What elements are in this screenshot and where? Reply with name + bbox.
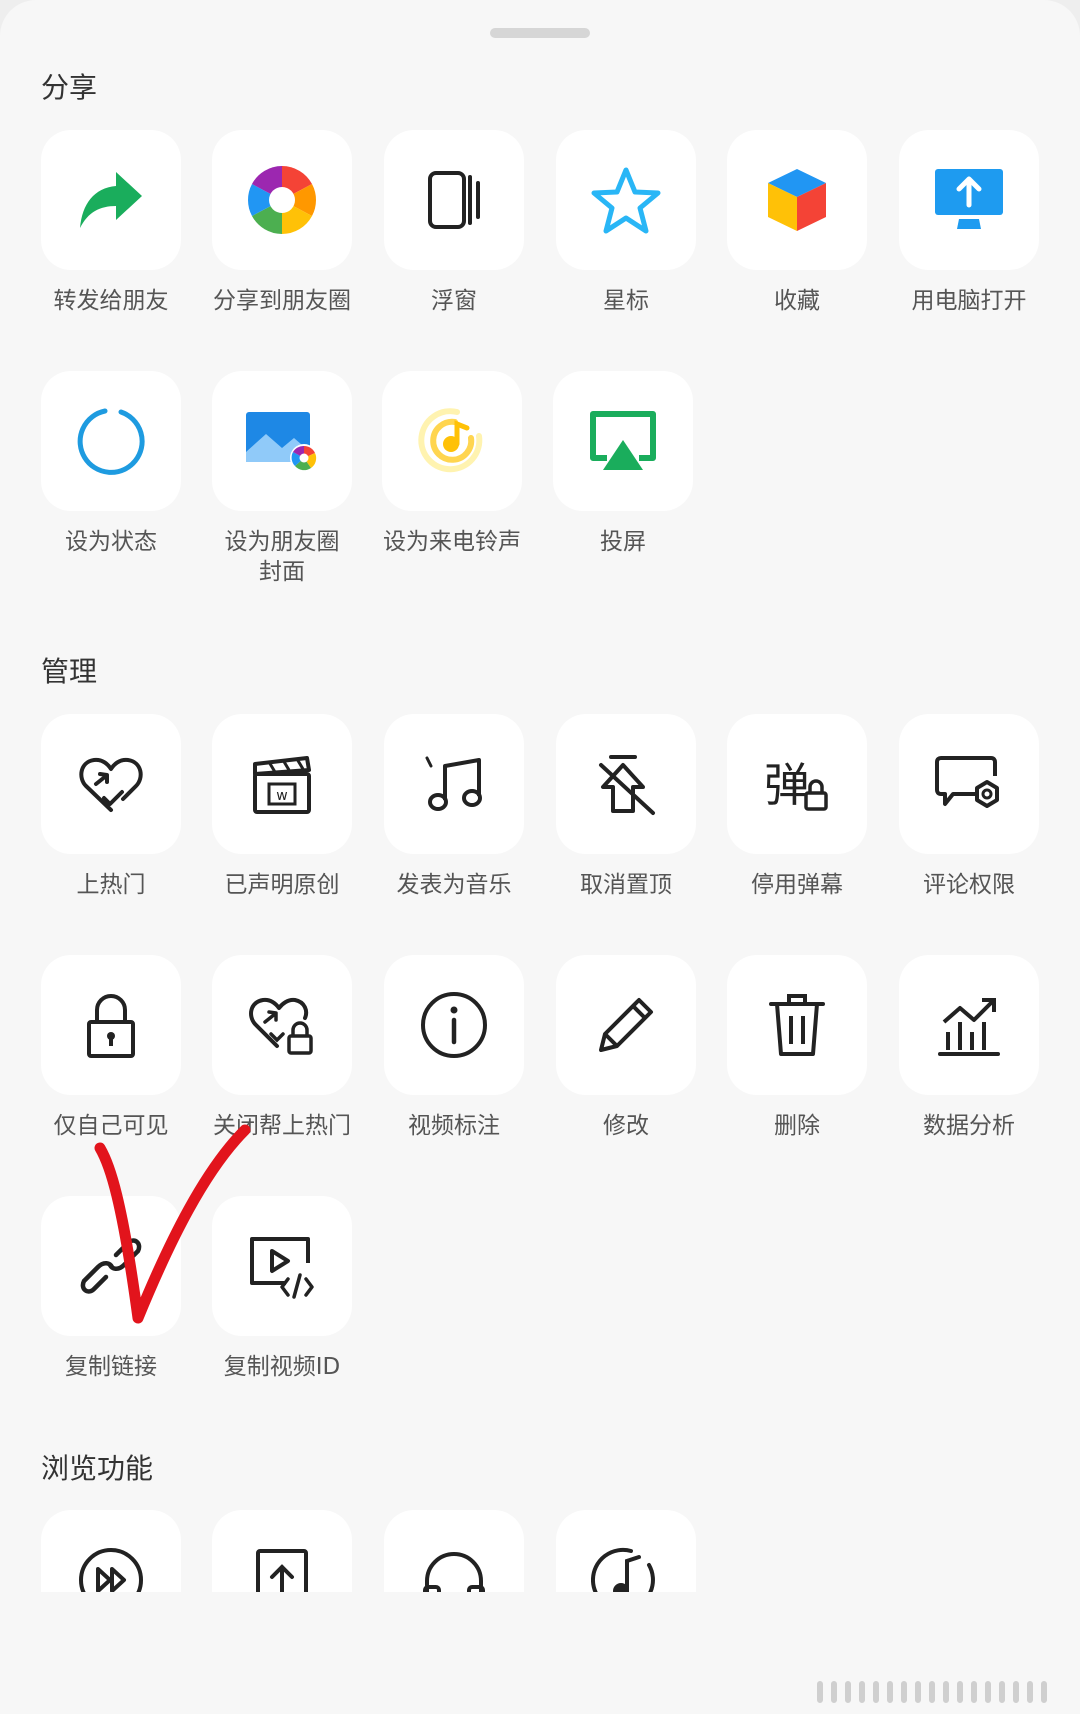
section-title-share: 分享 <box>41 71 98 104</box>
moments-cover-label: 设为朋友圈 封面 <box>224 529 340 585</box>
float-window-label: 浮窗 <box>431 288 477 314</box>
set-as-status-label: 设为状态 <box>65 529 157 555</box>
edit-button[interactable]: 修改 <box>540 955 712 1141</box>
drag-handle[interactable] <box>490 28 590 38</box>
share-sheet: 分享 转发给朋友 分享到朋友圈 浮窗 星标 收藏 用电脑打开 设为状态 设为朋友… <box>0 0 1080 1714</box>
link-icon <box>76 1231 146 1301</box>
music-note-icon <box>421 752 487 816</box>
close-help-promote-button[interactable]: 关闭帮上热门 <box>196 955 368 1141</box>
gesture-bar <box>810 1680 1060 1704</box>
heart-lock-icon <box>247 992 317 1058</box>
video-annotation-button[interactable]: 视频标注 <box>368 955 540 1141</box>
promote-label: 上热门 <box>76 872 146 898</box>
set-as-status-button[interactable]: 设为状态 <box>25 371 197 557</box>
only-me-visible-label: 仅自己可见 <box>53 1113 169 1139</box>
original-clapper-icon: w <box>249 752 315 816</box>
copy-link-button[interactable]: 复制链接 <box>25 1196 197 1382</box>
moments-icon <box>246 164 318 236</box>
data-analysis-button[interactable]: 数据分析 <box>883 955 1055 1141</box>
declared-original-button[interactable]: w 已声明原创 <box>196 714 368 900</box>
trash-icon <box>767 990 827 1060</box>
forward-label: 转发给朋友 <box>53 288 169 314</box>
open-on-pc-label: 用电脑打开 <box>911 288 1027 314</box>
disable-danmaku-button[interactable]: 弹 停用弹幕 <box>711 714 883 900</box>
forward-icon <box>76 168 146 232</box>
lock-icon <box>81 990 141 1060</box>
close-help-promote-label: 关闭帮上热门 <box>213 1113 351 1139</box>
svg-text:w: w <box>276 788 287 804</box>
analytics-icon <box>936 992 1002 1058</box>
open-on-pc-button[interactable]: 用电脑打开 <box>883 130 1055 316</box>
star-icon <box>590 165 662 235</box>
edit-label: 修改 <box>603 1113 649 1139</box>
unpin-label: 取消置顶 <box>580 872 672 898</box>
ringtone-icon <box>417 406 487 476</box>
heart-promote-icon <box>76 752 146 816</box>
cast-screen-button[interactable]: 投屏 <box>537 371 709 557</box>
video-annotation-label: 视频标注 <box>408 1113 500 1139</box>
moments-label: 分享到朋友圈 <box>213 288 351 314</box>
copy-video-id-button[interactable]: 复制视频ID <box>196 1196 368 1382</box>
video-id-icon <box>246 1233 318 1299</box>
pencil-icon <box>593 992 659 1058</box>
forward-to-friend-button[interactable]: 转发给朋友 <box>25 130 197 316</box>
danmaku-lock-icon: 弹 <box>762 751 832 817</box>
favorite-cube-icon <box>764 165 830 235</box>
svg-text:弹: 弹 <box>764 758 810 812</box>
star-label: 星标 <box>603 288 649 314</box>
float-window-button[interactable]: 浮窗 <box>368 130 540 316</box>
favorite-label: 收藏 <box>774 288 820 314</box>
comment-permission-button[interactable]: 评论权限 <box>883 714 1055 900</box>
unpin-icon <box>593 751 659 817</box>
copy-link-label: 复制链接 <box>65 1354 157 1380</box>
disable-danmaku-label: 停用弹幕 <box>751 872 843 898</box>
ringtone-label: 设为来电铃声 <box>383 529 521 555</box>
open-on-pc-icon <box>933 167 1005 233</box>
declared-original-label: 已声明原创 <box>224 872 340 898</box>
section-title-manage: 管理 <box>41 655 98 688</box>
float-window-icon <box>424 167 484 233</box>
publish-as-music-button[interactable]: 发表为音乐 <box>368 714 540 900</box>
data-analysis-label: 数据分析 <box>923 1113 1015 1139</box>
moments-cover-icon <box>244 408 320 474</box>
set-moments-cover-button[interactable]: 设为朋友圈 封面 <box>196 371 368 587</box>
info-icon <box>419 990 489 1060</box>
set-ringtone-button[interactable]: 设为来电铃声 <box>366 371 538 557</box>
copy-video-id-label: 复制视频ID <box>223 1354 341 1380</box>
publish-as-music-label: 发表为音乐 <box>396 872 512 898</box>
star-button[interactable]: 星标 <box>540 130 712 316</box>
delete-label: 删除 <box>774 1113 820 1139</box>
cast-screen-label: 投屏 <box>600 529 646 555</box>
delete-button[interactable]: 删除 <box>711 955 883 1141</box>
comment-settings-icon <box>933 752 1005 816</box>
favorite-button[interactable]: 收藏 <box>711 130 883 316</box>
unpin-button[interactable]: 取消置顶 <box>540 714 712 900</box>
promote-button[interactable]: 上热门 <box>25 714 197 900</box>
only-me-visible-button[interactable]: 仅自己可见 <box>25 955 197 1141</box>
status-ring-icon <box>75 405 147 477</box>
share-to-moments-button[interactable]: 分享到朋友圈 <box>196 130 368 316</box>
comment-permission-label: 评论权限 <box>923 872 1015 898</box>
cast-screen-icon <box>587 408 659 474</box>
section-title-browse: 浏览功能 <box>41 1452 154 1485</box>
